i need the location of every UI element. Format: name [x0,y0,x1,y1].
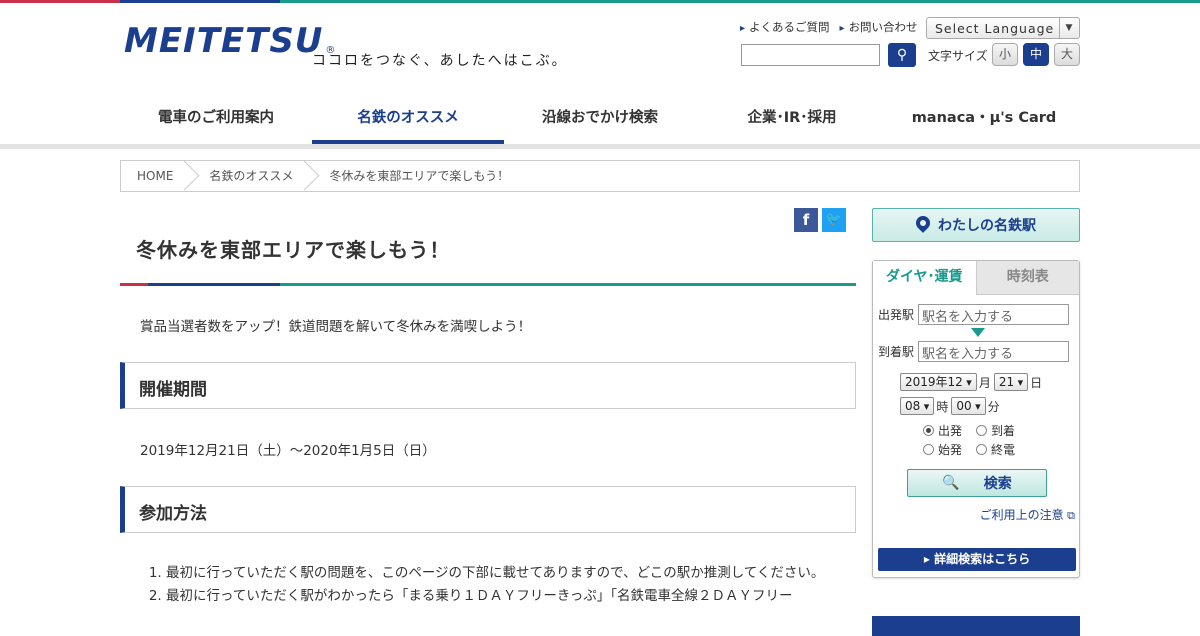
page-title: 冬休みを東部エリアで楽しもう！ [136,238,451,262]
font-size-large-button[interactable]: 大 [1054,43,1080,66]
departure-label: 出発駅 [878,308,915,322]
radio-label: 終電 [991,443,1016,457]
breadcrumb-current: 冬休みを東部エリアで楽しもう！ [329,169,510,183]
date-row: 2019年12 月 21 日 [900,373,1042,391]
list-item: 最初に行っていただく駅の問題を、このページの下部に載せてありますので、どこの駅か… [166,562,836,584]
radio-depart[interactable]: 出発 [923,422,962,439]
arrival-label: 到着駅 [878,345,915,359]
radio-last-train[interactable]: 終電 [976,441,1015,458]
lead-text: 賞品当選者数をアップ！鉄道問題を解いて冬休みを満喫しよう！ [140,319,532,335]
participation-steps: 最初に行っていただく駅の問題を、このページの下部に載せてありますので、どこの駅か… [146,562,836,608]
arrow-down-icon [971,328,985,337]
global-nav: 電車のご利用案内 名鉄のオススメ 沿線おでかけ検索 企業･IR･採用 manac… [120,86,1080,144]
font-size-small-button[interactable]: 小 [992,43,1018,66]
facebook-icon[interactable]: f [794,208,818,232]
title-underline [120,283,856,286]
hour-select[interactable]: 08 [900,397,935,415]
map-pin-icon [916,216,930,234]
radio-arrive[interactable]: 到着 [976,422,1015,439]
radio-label: 到着 [991,424,1016,438]
time-type-row-1: 出発 到着 [923,422,1029,439]
usage-caution-link[interactable]: ご利用上の注意 [980,506,1075,523]
my-meitetsu-label: わたしの名鉄駅 [938,218,1036,234]
minute-unit: 分 [987,399,1000,414]
departure-station-input[interactable]: 駅名を入力する [918,304,1070,325]
search-button[interactable]: ⚲ [888,43,916,67]
departure-row: 出発駅 駅名を入力する [878,304,1070,325]
radio-dot [976,425,988,436]
twitter-icon[interactable]: 🐦 [822,208,846,232]
faq-link[interactable]: よくあるご質問 [740,19,830,35]
breadcrumb: HOME 名鉄のオススメ 冬休みを東部エリアで楽しもう！ [120,160,1080,192]
month-unit: 月 [978,375,991,390]
nav-corporate[interactable]: 企業･IR･採用 [696,86,888,144]
language-select-label: Select Language [935,21,1055,36]
section-heading-how-to: 参加方法 [120,486,856,533]
route-search-widget: ダイヤ･運賃 時刻表 出発駅 駅名を入力する 到着駅 駅名を入力する 2019年… [872,260,1080,578]
radio-first-train[interactable]: 始発 [923,441,962,458]
top-color-bar [0,0,1200,3]
tab-diagram-fare[interactable]: ダイヤ･運賃 [873,261,977,295]
event-period: 2019年12月21日（土）～2020年1月5日（日） [140,443,436,459]
tagline: ココロをつなぐ、あしたへはこぶ。 [312,53,568,69]
chevron-down-icon: ▼ [1059,18,1079,38]
language-select[interactable]: Select Language ▼ [926,17,1080,39]
nav-outing-search[interactable]: 沿線おでかけ検索 [504,86,696,144]
logo-wordmark: MEITETSU [124,21,324,61]
list-item: 最初に行っていただく駅がわかったら「まる乗り１ＤＡＹフリーきっぷ」「名鉄電車全線… [166,585,836,607]
time-type-row-2: 始発 終電 [923,441,1029,458]
utility-links: よくあるご質問 お問い合わせ [740,19,918,35]
year-month-select[interactable]: 2019年12 [900,373,977,391]
contact-link[interactable]: お問い合わせ [840,19,918,35]
minute-select[interactable]: 00 [951,397,986,415]
day-select[interactable]: 21 [993,373,1029,391]
widget-tabs: ダイヤ･運賃 時刻表 [873,261,1079,295]
nav-manaca[interactable]: manaca・μ's Card [888,86,1080,144]
arrival-station-input[interactable]: 駅名を入力する [918,341,1070,362]
route-search-button[interactable]: 🔍 検索 [907,469,1047,497]
font-size-medium-button[interactable]: 中 [1023,43,1049,66]
radio-dot [923,444,934,455]
radio-dot [923,425,934,436]
tab-timetable[interactable]: 時刻表 [976,261,1079,295]
nav-guide[interactable]: 電車のご利用案内 [120,86,312,144]
meitetsu-logo[interactable]: MEITETSU ® [124,24,335,58]
time-row: 08 時 00 分 [900,397,1000,415]
my-meitetsu-button[interactable]: わたしの名鉄駅 [872,208,1080,242]
detailed-search-button[interactable]: 詳細検索はこちら [878,548,1076,571]
nav-divider [0,144,1200,149]
route-search-label: 検索 [983,476,1012,492]
site-search-input[interactable] [741,44,880,66]
arrival-row: 到着駅 駅名を入力する [878,341,1070,362]
font-size-label: 文字サイズ [928,49,988,63]
nav-recommend[interactable]: 名鉄のオススメ [312,86,504,144]
sidebar-next-box [872,616,1080,636]
hour-unit: 時 [936,399,949,414]
radio-label: 出発 [938,424,963,438]
day-unit: 日 [1030,375,1043,390]
search-icon: ⚲ [896,47,908,63]
radio-dot [976,444,988,455]
section-heading-period: 開催期間 [120,362,856,409]
social-share: f 🐦 [794,208,846,232]
search-icon: 🔍 [942,475,960,491]
breadcrumb-home[interactable]: HOME [121,161,189,191]
breadcrumb-recommend[interactable]: 名鉄のオススメ [189,161,309,191]
radio-label: 始発 [938,443,963,457]
